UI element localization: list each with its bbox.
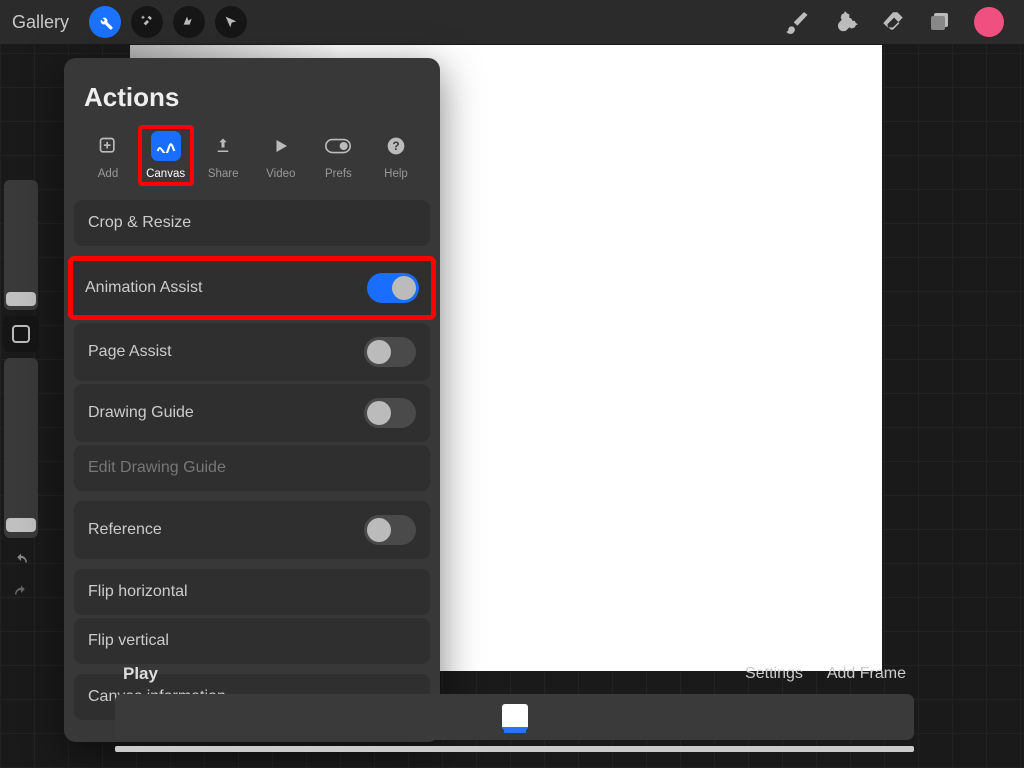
tab-add[interactable]: Add xyxy=(80,131,136,180)
row-label: Page Assist xyxy=(88,343,172,361)
row-drawing-guide[interactable]: Drawing Guide xyxy=(74,384,430,442)
add-frame-button[interactable]: Add Frame xyxy=(827,665,906,683)
play-button[interactable]: Play xyxy=(123,664,158,684)
row-label: Drawing Guide xyxy=(88,404,194,422)
row-animation-assist[interactable]: Animation Assist xyxy=(68,256,436,320)
tab-help[interactable]: ? Help xyxy=(368,131,424,180)
share-icon xyxy=(208,131,238,161)
animation-timeline: Play Settings Add Frame xyxy=(115,658,914,752)
row-label: Reference xyxy=(88,521,162,539)
tab-label: Share xyxy=(208,168,239,180)
brush-icon[interactable] xyxy=(784,9,810,35)
canvas-icon xyxy=(151,131,181,161)
panel-tabs: Add Canvas Share Video Prefs ? Help xyxy=(64,131,440,200)
toggle-animation-assist[interactable] xyxy=(367,273,419,303)
prefs-toggle-icon xyxy=(323,131,353,161)
magic-wand-icon[interactable] xyxy=(131,6,163,38)
tab-video[interactable]: Video xyxy=(253,131,309,180)
opacity-slider[interactable] xyxy=(4,358,38,538)
smudge-icon[interactable] xyxy=(832,9,858,35)
tab-label: Canvas xyxy=(146,168,185,180)
eraser-icon[interactable] xyxy=(880,9,906,35)
color-picker[interactable] xyxy=(974,7,1004,37)
left-sidebar xyxy=(3,180,39,602)
pointer-icon[interactable] xyxy=(215,6,247,38)
tab-label: Video xyxy=(266,168,295,180)
play-icon xyxy=(266,131,296,161)
slider-thumb[interactable] xyxy=(6,518,36,532)
timeline-scrollbar[interactable] xyxy=(115,746,914,752)
toolbar-left-group: Gallery xyxy=(12,6,247,38)
brush-size-slider[interactable] xyxy=(4,180,38,310)
tab-canvas[interactable]: Canvas xyxy=(138,125,194,186)
layers-icon[interactable] xyxy=(928,10,952,34)
toggle-reference[interactable] xyxy=(364,515,416,545)
tab-label: Prefs xyxy=(325,168,352,180)
slider-thumb[interactable] xyxy=(6,292,36,306)
redo-icon[interactable] xyxy=(10,584,32,602)
selection-icon[interactable] xyxy=(173,6,205,38)
timeline-header: Play Settings Add Frame xyxy=(115,658,914,694)
tab-label: Add xyxy=(98,168,118,180)
toggle-page-assist[interactable] xyxy=(364,337,416,367)
tab-label: Help xyxy=(384,168,408,180)
add-icon xyxy=(93,131,123,161)
actions-panel: Actions Add Canvas Share Video Prefs ? H… xyxy=(64,58,440,742)
svg-text:?: ? xyxy=(392,140,399,153)
top-toolbar: Gallery xyxy=(0,0,1024,45)
row-label: Animation Assist xyxy=(85,279,202,297)
panel-title: Actions xyxy=(64,78,440,131)
undo-icon[interactable] xyxy=(10,552,32,570)
row-page-assist[interactable]: Page Assist xyxy=(74,323,430,381)
timeline-frame[interactable] xyxy=(502,704,528,730)
timeline-track[interactable] xyxy=(115,694,914,740)
gallery-button[interactable]: Gallery xyxy=(12,12,69,33)
row-crop-resize[interactable]: Crop & Resize xyxy=(74,200,430,246)
help-icon: ? xyxy=(381,131,411,161)
toolbar-right-group xyxy=(784,7,1012,37)
row-reference[interactable]: Reference xyxy=(74,501,430,559)
tab-share[interactable]: Share xyxy=(195,131,251,180)
row-edit-drawing-guide: Edit Drawing Guide xyxy=(74,445,430,491)
tab-prefs[interactable]: Prefs xyxy=(310,131,366,180)
timeline-settings-button[interactable]: Settings xyxy=(745,665,803,683)
toggle-drawing-guide[interactable] xyxy=(364,398,416,428)
row-flip-horizontal[interactable]: Flip horizontal xyxy=(74,569,430,615)
wrench-icon[interactable] xyxy=(89,6,121,38)
modifier-button[interactable] xyxy=(3,316,39,352)
